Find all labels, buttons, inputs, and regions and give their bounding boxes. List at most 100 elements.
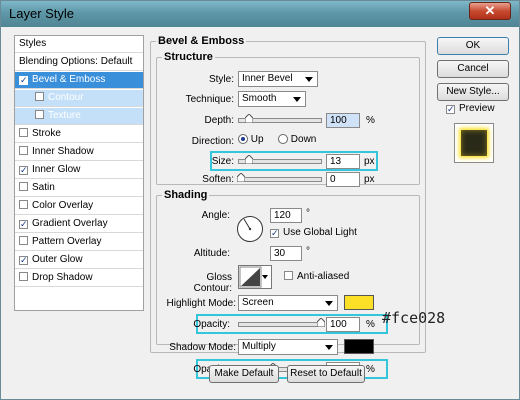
style-item-gradient-overlay[interactable]: ✓ Gradient Overlay — [15, 216, 143, 233]
anti-aliased[interactable]: Anti-aliased — [284, 271, 349, 282]
slider-thumb-icon[interactable] — [317, 318, 325, 327]
soften-slider[interactable] — [237, 173, 322, 182]
checkbox-icon[interactable] — [35, 110, 44, 119]
style-item-bevel-emboss[interactable]: ✓ Bevel & Emboss — [15, 72, 143, 89]
checkbox-icon[interactable]: ✓ — [19, 76, 28, 85]
direction-up-label: Up — [250, 134, 264, 145]
style-item-label: Bevel & Emboss — [32, 74, 106, 85]
size-input[interactable]: 13 — [326, 154, 360, 169]
anti-aliased-label: Anti-aliased — [297, 271, 350, 282]
cancel-button[interactable]: Cancel — [437, 60, 509, 78]
checkbox-icon[interactable]: ✓ — [270, 229, 279, 238]
style-item-label: Texture — [48, 110, 81, 121]
angle-input[interactable]: 120 — [270, 208, 302, 223]
chevron-down-icon — [325, 345, 333, 350]
highlight-color-swatch[interactable] — [344, 295, 374, 310]
highlight-mode-select[interactable]: Screen — [238, 295, 338, 311]
technique-label: Technique: — [185, 94, 234, 105]
style-item-inner-shadow[interactable]: Inner Shadow — [15, 144, 143, 161]
gloss-contour-picker[interactable] — [238, 265, 272, 289]
depth-label: Depth: — [204, 115, 234, 126]
style-item-label: Inner Shadow — [32, 146, 94, 157]
style-item-satin[interactable]: Satin — [15, 180, 143, 197]
soften-input[interactable]: 0 — [326, 172, 360, 187]
radio-selected-icon[interactable] — [238, 134, 248, 144]
depth-slider[interactable] — [238, 114, 322, 123]
depth-input[interactable]: 100 — [326, 113, 360, 128]
checkbox-icon[interactable] — [19, 146, 28, 155]
make-default-button[interactable]: Make Default — [209, 365, 279, 383]
radio-icon[interactable] — [278, 134, 288, 144]
style-select[interactable]: Inner Bevel — [238, 71, 318, 87]
shadow-mode-select[interactable]: Multiply — [238, 339, 338, 355]
checkbox-icon[interactable]: ✓ — [19, 256, 28, 265]
size-unit: px — [364, 156, 375, 167]
contour-curve-icon — [239, 266, 262, 288]
use-global-light[interactable]: ✓ Use Global Light — [270, 227, 357, 238]
slider-thumb-icon[interactable] — [245, 155, 253, 164]
global-light-label: Use Global Light — [283, 227, 357, 238]
structure-title: Structure — [162, 51, 215, 63]
reset-to-default-button[interactable]: Reset to Default — [287, 365, 365, 383]
chevron-down-icon — [325, 301, 333, 306]
style-item-outer-glow[interactable]: ✓ Outer Glow — [15, 252, 143, 269]
style-item-label: Outer Glow — [32, 254, 83, 265]
checkbox-icon[interactable] — [19, 200, 28, 209]
style-item-label: Pattern Overlay — [32, 236, 102, 247]
shadow-color-swatch[interactable] — [344, 339, 374, 354]
style-item-drop-shadow[interactable]: Drop Shadow — [15, 270, 143, 287]
style-item-label: Drop Shadow — [32, 272, 93, 283]
style-item-label: Inner Glow — [32, 164, 81, 175]
checkbox-icon[interactable] — [284, 271, 293, 280]
style-item-pattern-overlay[interactable]: Pattern Overlay — [15, 234, 143, 251]
styles-header[interactable]: Styles — [15, 36, 143, 53]
style-item-label: Color Overlay — [32, 200, 94, 211]
style-item-stroke[interactable]: Stroke — [15, 126, 143, 143]
style-item-label: Satin — [32, 182, 55, 193]
size-slider[interactable] — [238, 155, 322, 164]
altitude-input[interactable]: 30 — [270, 246, 302, 261]
blending-options-item[interactable]: Blending Options: Default — [15, 54, 143, 71]
checkbox-icon[interactable] — [19, 236, 28, 245]
checkbox-icon[interactable] — [19, 128, 28, 137]
preview-toggle[interactable]: ✓ Preview — [446, 103, 495, 114]
title-bar[interactable]: Layer Style ✕ — [1, 1, 519, 27]
chevron-down-icon — [262, 275, 268, 279]
highlight-mode-label: Highlight Mode: — [166, 298, 236, 309]
highlight-opacity-unit: % — [366, 319, 375, 330]
close-icon: ✕ — [484, 3, 496, 18]
chevron-down-icon — [305, 77, 313, 82]
style-item-texture[interactable]: Texture — [15, 108, 143, 125]
style-item-contour[interactable]: Contour — [15, 90, 143, 107]
slider-thumb-icon[interactable] — [245, 114, 253, 123]
slider-thumb-icon[interactable] — [237, 173, 245, 182]
style-item-label: Contour — [48, 92, 84, 103]
gloss-contour-label: Gloss Contour: — [193, 272, 232, 294]
checkbox-icon[interactable] — [35, 92, 44, 101]
shading-title: Shading — [162, 189, 210, 201]
ok-button[interactable]: OK — [437, 37, 509, 55]
checkbox-icon[interactable]: ✓ — [19, 220, 28, 229]
size-label: Size: — [211, 156, 234, 167]
checkbox-icon[interactable] — [19, 182, 28, 191]
style-item-label: Gradient Overlay — [32, 218, 108, 229]
checkbox-icon[interactable] — [19, 272, 28, 281]
direction-up[interactable]: Up — [238, 134, 264, 145]
checkbox-icon[interactable]: ✓ — [446, 105, 455, 114]
highlight-opacity-input[interactable]: 100 — [326, 317, 360, 332]
highlight-opacity-slider[interactable] — [238, 318, 325, 327]
technique-select[interactable]: Smooth — [238, 91, 306, 107]
checkbox-icon[interactable]: ✓ — [19, 166, 28, 175]
style-item-inner-glow[interactable]: ✓ Inner Glow — [15, 162, 143, 179]
depth-unit: % — [366, 115, 375, 126]
style-item-color-overlay[interactable]: Color Overlay — [15, 198, 143, 215]
highlight-opacity-label: Opacity: — [193, 319, 230, 330]
angle-dial[interactable] — [236, 215, 264, 243]
angle-unit: ° — [306, 208, 310, 219]
direction-down-label: Down — [290, 134, 317, 145]
technique-value: Smooth — [242, 93, 277, 104]
new-style-button[interactable]: New Style... — [437, 83, 509, 101]
chevron-down-icon — [293, 97, 301, 102]
close-button[interactable]: ✕ — [469, 2, 511, 20]
direction-down[interactable]: Down — [278, 134, 316, 145]
